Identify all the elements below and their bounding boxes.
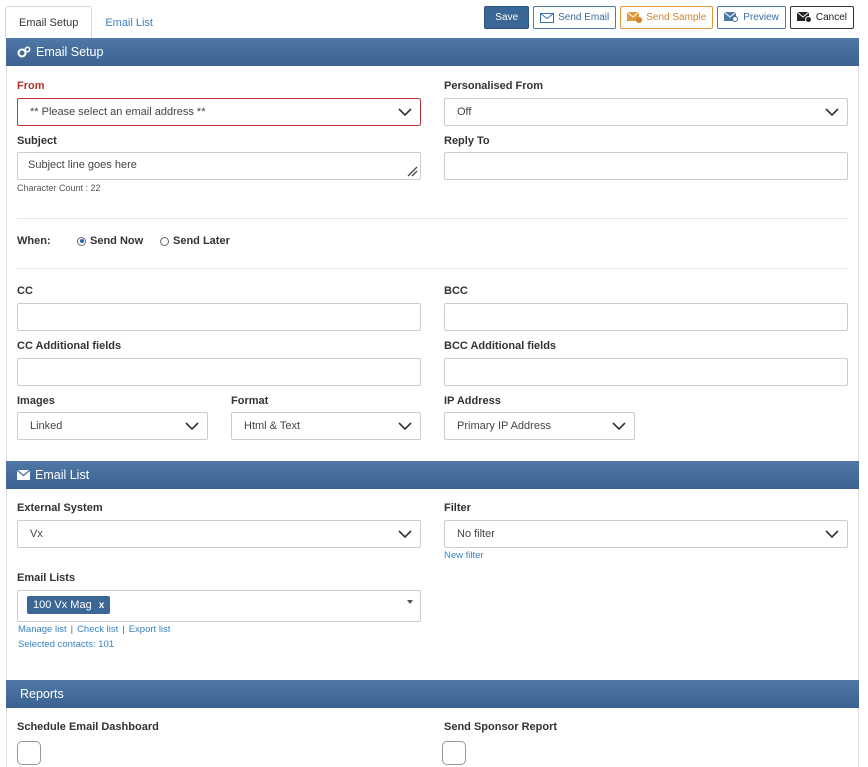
from-value: ** Please select an email address ** (30, 106, 206, 118)
format-select[interactable]: Html & Text (231, 412, 421, 440)
email-list-tag-label: 100 Vx Mag (33, 599, 92, 611)
subject-label: Subject (17, 135, 57, 147)
send-now-option[interactable]: Send Now (77, 235, 143, 247)
cancel-button[interactable]: Cancel (789, 6, 854, 29)
cc-input[interactable] (17, 303, 421, 331)
cancel-label: Cancel (815, 12, 847, 23)
tab-email-setup[interactable]: Email Setup (5, 6, 93, 39)
bcc-additional-input[interactable] (444, 358, 848, 386)
chevron-down-icon (398, 422, 412, 431)
reports-header: Reports (6, 680, 859, 708)
filter-label: Filter (444, 502, 471, 514)
personalised-from-value: Off (457, 106, 472, 118)
ip-address-value: Primary IP Address (457, 420, 551, 432)
email-lists-label: Email Lists (17, 572, 76, 584)
schedule-dashboard-label: Schedule Email Dashboard (17, 721, 159, 733)
selected-contacts: Selected contacts: 101 (18, 639, 115, 650)
external-system-label: External System (17, 502, 103, 514)
export-list-link[interactable]: Export list (129, 624, 171, 635)
email-setup-title: Email Setup (36, 45, 104, 59)
external-system-select[interactable]: Vx (17, 520, 421, 548)
save-button[interactable]: Save (484, 6, 530, 29)
bcc-input[interactable] (444, 303, 848, 331)
cc-additional-input[interactable] (17, 358, 421, 386)
email-setup-header: Email Setup (6, 38, 859, 66)
character-count: Character Count : 22 (17, 183, 101, 193)
reports-body (6, 708, 859, 767)
from-select[interactable]: ** Please select an email address ** (17, 98, 421, 126)
reply-to-label: Reply To (444, 135, 490, 147)
send-later-option[interactable]: Send Later (160, 235, 230, 247)
reports-title: Reports (20, 687, 64, 701)
bcc-additional-label: BCC Additional fields (444, 340, 557, 352)
sponsor-report-label: Send Sponsor Report (444, 721, 558, 733)
filter-value: No filter (457, 528, 495, 540)
email-list-header: Email List (6, 461, 859, 489)
send-sample-button[interactable]: Send Sample (620, 6, 714, 29)
cc-label: CC (17, 285, 33, 297)
sponsor-report-checkbox[interactable] (442, 741, 466, 765)
send-later-radio[interactable] (160, 236, 169, 246)
email-list-tag: 100 Vx Mag x (27, 596, 111, 614)
send-now-label: Send Now (90, 235, 144, 247)
email-list-actions: Manage list | Check list | Export list (18, 624, 170, 635)
separator: | (70, 624, 74, 635)
format-value: Html & Text (244, 420, 301, 432)
save-button-label: Save (495, 12, 519, 23)
ip-address-select[interactable]: Primary IP Address (444, 412, 635, 440)
email-list-title: Email List (35, 468, 90, 482)
email-list-body (6, 489, 859, 680)
chevron-down-icon (825, 108, 839, 117)
schedule-dashboard-checkbox[interactable] (17, 741, 41, 765)
envelope-warning-icon (627, 12, 643, 23)
toolbar: Save Send Email Send Sample Preview Canc… (484, 6, 854, 29)
personalised-from-label: Personalised From (444, 80, 544, 92)
manage-list-link[interactable]: Manage list (18, 624, 67, 635)
chevron-down-icon (398, 108, 412, 117)
bcc-label: BCC (444, 285, 468, 297)
new-filter-link[interactable]: New filter (444, 550, 484, 561)
preview-button[interactable]: Preview (717, 6, 786, 29)
divider (17, 218, 848, 219)
ip-address-label: IP Address (444, 395, 501, 407)
send-email-button[interactable]: Send Email (533, 6, 617, 29)
send-sample-label: Send Sample (646, 12, 707, 23)
email-lists-multiselect[interactable]: 100 Vx Mag x (17, 590, 421, 622)
when-label: When: (17, 235, 51, 247)
subject-input[interactable]: Subject line goes here (17, 152, 421, 180)
divider (17, 268, 848, 269)
reply-to-input[interactable] (444, 152, 848, 180)
envelope-icon (17, 470, 30, 480)
images-select[interactable]: Linked (17, 412, 208, 440)
tab-email-list[interactable]: Email List (92, 6, 166, 39)
cc-additional-label: CC Additional fields (17, 340, 122, 352)
subject-value: Subject line goes here (28, 159, 137, 171)
send-later-label: Send Later (173, 235, 230, 247)
personalised-from-select[interactable]: Off (444, 98, 848, 126)
send-email-label: Send Email (558, 12, 610, 23)
filter-select[interactable]: No filter (444, 520, 848, 548)
separator: | (122, 624, 125, 635)
chevron-down-icon (185, 422, 199, 431)
send-now-radio[interactable] (77, 236, 86, 246)
gears-icon (17, 46, 31, 58)
external-system-value: Vx (30, 528, 43, 540)
check-list-link[interactable]: Check list (77, 624, 118, 635)
images-value: Linked (30, 420, 63, 432)
tab-bar: Email Setup Email List (5, 6, 166, 39)
resize-handle-icon[interactable] (406, 165, 418, 177)
envelope-cancel-icon (796, 12, 812, 23)
envelope-search-icon (724, 12, 739, 22)
envelope-icon (540, 12, 555, 23)
chevron-down-icon (398, 530, 412, 539)
chevron-down-icon (612, 422, 626, 431)
chevron-down-icon (825, 530, 839, 539)
from-label: From (17, 80, 45, 92)
images-label: Images (17, 395, 55, 407)
format-label: Format (231, 395, 269, 407)
remove-tag-icon[interactable]: x (99, 600, 105, 611)
caret-down-icon[interactable] (407, 600, 413, 604)
preview-label: Preview (743, 12, 779, 23)
